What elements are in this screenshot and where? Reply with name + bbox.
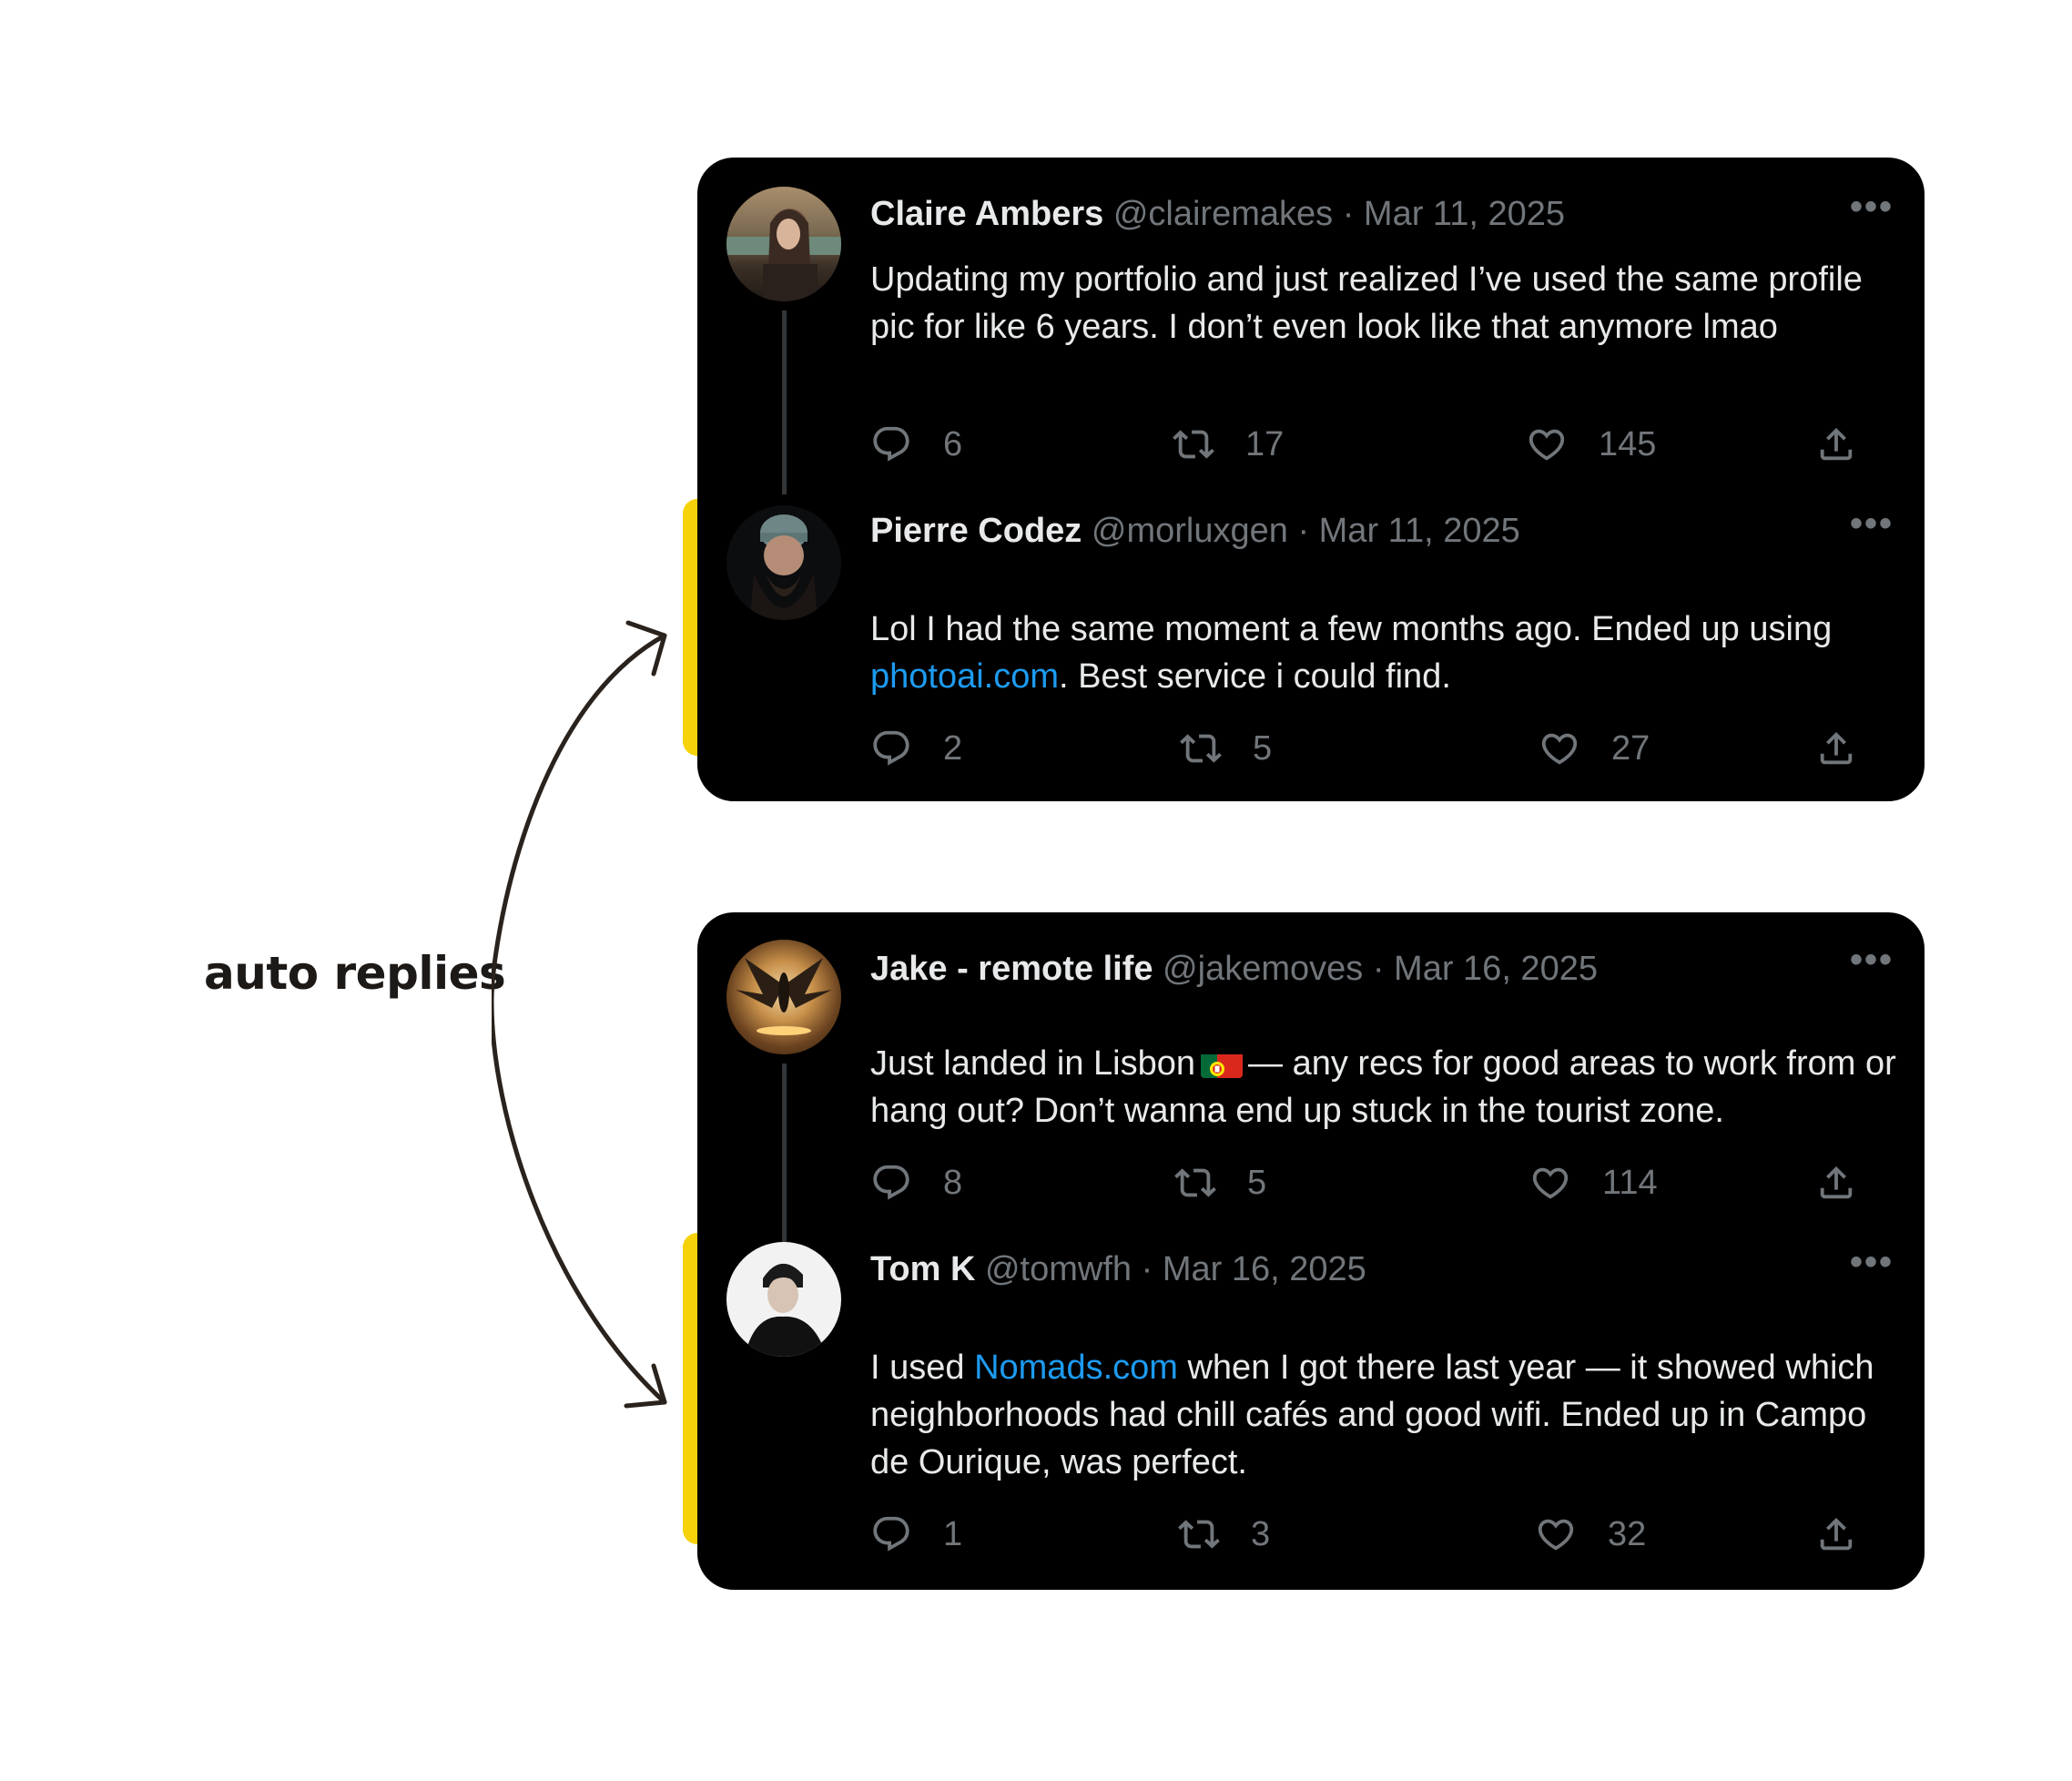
like-icon xyxy=(1535,1513,1577,1555)
reply-count: 8 xyxy=(943,1163,963,1202)
like-icon xyxy=(1529,1162,1571,1204)
tweet-text: Updating my portfolio and just realized … xyxy=(870,260,1863,346)
portugal-flag-icon xyxy=(1201,1049,1244,1078)
separator: · xyxy=(1342,195,1355,233)
thread-card: Claire Ambers @clairemakes · Mar 11, 202… xyxy=(697,158,1925,801)
avatar[interactable] xyxy=(726,940,841,1054)
avatar[interactable] xyxy=(726,187,841,301)
retweet-button[interactable]: 5 xyxy=(1174,1162,1266,1204)
curved-double-arrow-icon xyxy=(492,620,667,1409)
share-button[interactable] xyxy=(1815,728,1888,769)
tweet-text: Lol I had the same moment a few months a… xyxy=(870,606,1899,700)
tweet-text: Just landed in Lisbon — any recs for good… xyxy=(870,1040,1899,1135)
retweet-count: 5 xyxy=(1247,1163,1267,1202)
more-icon[interactable]: ••• xyxy=(1850,505,1894,542)
retweet-count: 3 xyxy=(1251,1514,1271,1553)
like-icon xyxy=(1539,728,1580,769)
reply-count: 1 xyxy=(943,1514,963,1553)
share-icon xyxy=(1815,728,1857,769)
text-segment: I used xyxy=(870,1348,975,1387)
author-name[interactable]: Tom K xyxy=(870,1250,975,1288)
author-handle[interactable]: @jakemoves xyxy=(1163,950,1363,988)
retweet-count: 17 xyxy=(1245,424,1285,463)
like-icon xyxy=(1526,423,1568,465)
nomads-link[interactable]: Nomads.com xyxy=(974,1348,1178,1387)
text-segment: Lol I had the same moment a few months a… xyxy=(870,610,1833,648)
share-button[interactable] xyxy=(1815,1513,1888,1555)
reply-icon xyxy=(870,423,912,465)
retweet-button[interactable]: 17 xyxy=(1173,423,1284,465)
retweet-icon xyxy=(1178,1513,1220,1555)
retweet-icon xyxy=(1173,423,1214,465)
tweet-date[interactable]: Mar 11, 2025 xyxy=(1364,195,1565,233)
tweet-header: Pierre Codez @morluxgen · Mar 11, 2025 xyxy=(870,511,1520,551)
reply-button[interactable]: 1 xyxy=(870,1513,962,1555)
reply-count: 6 xyxy=(943,424,963,463)
reply-icon xyxy=(870,1513,912,1555)
reply-button[interactable]: 8 xyxy=(870,1162,962,1204)
more-icon[interactable]: ••• xyxy=(1850,941,1894,978)
like-count: 27 xyxy=(1611,728,1650,768)
tweet-text: I used Nomads.com when I got there last … xyxy=(870,1344,1899,1486)
auto-replies-label: auto replies xyxy=(204,947,506,1000)
separator: · xyxy=(1372,950,1385,988)
reply-icon xyxy=(870,728,912,769)
author-name[interactable]: Claire Ambers xyxy=(870,195,1103,233)
text-segment: Just landed in Lisbon xyxy=(870,1044,1196,1083)
tweet-date[interactable]: Mar 11, 2025 xyxy=(1319,512,1520,550)
more-icon[interactable]: ••• xyxy=(1850,1244,1894,1280)
like-button[interactable]: 27 xyxy=(1539,728,1650,769)
tweet-date[interactable]: Mar 16, 2025 xyxy=(1394,950,1598,988)
like-button[interactable]: 114 xyxy=(1529,1162,1658,1204)
like-button[interactable]: 32 xyxy=(1535,1513,1646,1555)
author-name[interactable]: Jake - remote life xyxy=(870,950,1153,988)
author-name[interactable]: Pierre Codez xyxy=(870,512,1082,550)
reply-icon xyxy=(870,1162,912,1204)
author-handle[interactable]: @morluxgen xyxy=(1092,512,1288,550)
like-count: 114 xyxy=(1602,1163,1658,1202)
share-icon xyxy=(1815,423,1857,465)
retweet-button[interactable]: 5 xyxy=(1180,728,1272,769)
reply-button[interactable]: 6 xyxy=(870,423,962,465)
thread-line xyxy=(782,1064,787,1246)
author-handle[interactable]: @clairemakes xyxy=(1113,195,1333,233)
thread-line xyxy=(782,310,787,494)
share-icon xyxy=(1815,1513,1857,1555)
share-icon xyxy=(1815,1162,1857,1204)
like-count: 145 xyxy=(1599,424,1657,463)
tweet-header: Jake - remote life @jakemoves · Mar 16, … xyxy=(870,949,1598,989)
like-count: 32 xyxy=(1608,1514,1647,1553)
tweet-header: Claire Ambers @clairemakes · Mar 11, 202… xyxy=(870,194,1565,234)
author-handle[interactable]: @tomwfh xyxy=(985,1250,1132,1288)
like-button[interactable]: 145 xyxy=(1526,423,1656,465)
share-button[interactable] xyxy=(1815,423,1888,465)
avatar[interactable] xyxy=(726,1242,841,1357)
reply-count: 2 xyxy=(943,728,963,768)
tweet-date[interactable]: Mar 16, 2025 xyxy=(1163,1250,1366,1288)
retweet-count: 5 xyxy=(1253,728,1273,768)
separator: · xyxy=(1141,1250,1153,1288)
avatar[interactable] xyxy=(726,505,841,620)
text-segment: . Best service i could find. xyxy=(1059,657,1451,696)
thread-card: Jake - remote life @jakemoves · Mar 16, … xyxy=(697,912,1925,1590)
retweet-button[interactable]: 3 xyxy=(1178,1513,1270,1555)
separator: · xyxy=(1297,512,1310,550)
retweet-icon xyxy=(1174,1162,1216,1204)
tweet-header: Tom K @tomwfh · Mar 16, 2025 xyxy=(870,1249,1366,1289)
share-button[interactable] xyxy=(1815,1162,1888,1204)
reply-button[interactable]: 2 xyxy=(870,728,962,769)
more-icon[interactable]: ••• xyxy=(1850,188,1894,225)
retweet-icon xyxy=(1180,728,1222,769)
photoai-link[interactable]: photoai.com xyxy=(870,657,1059,696)
